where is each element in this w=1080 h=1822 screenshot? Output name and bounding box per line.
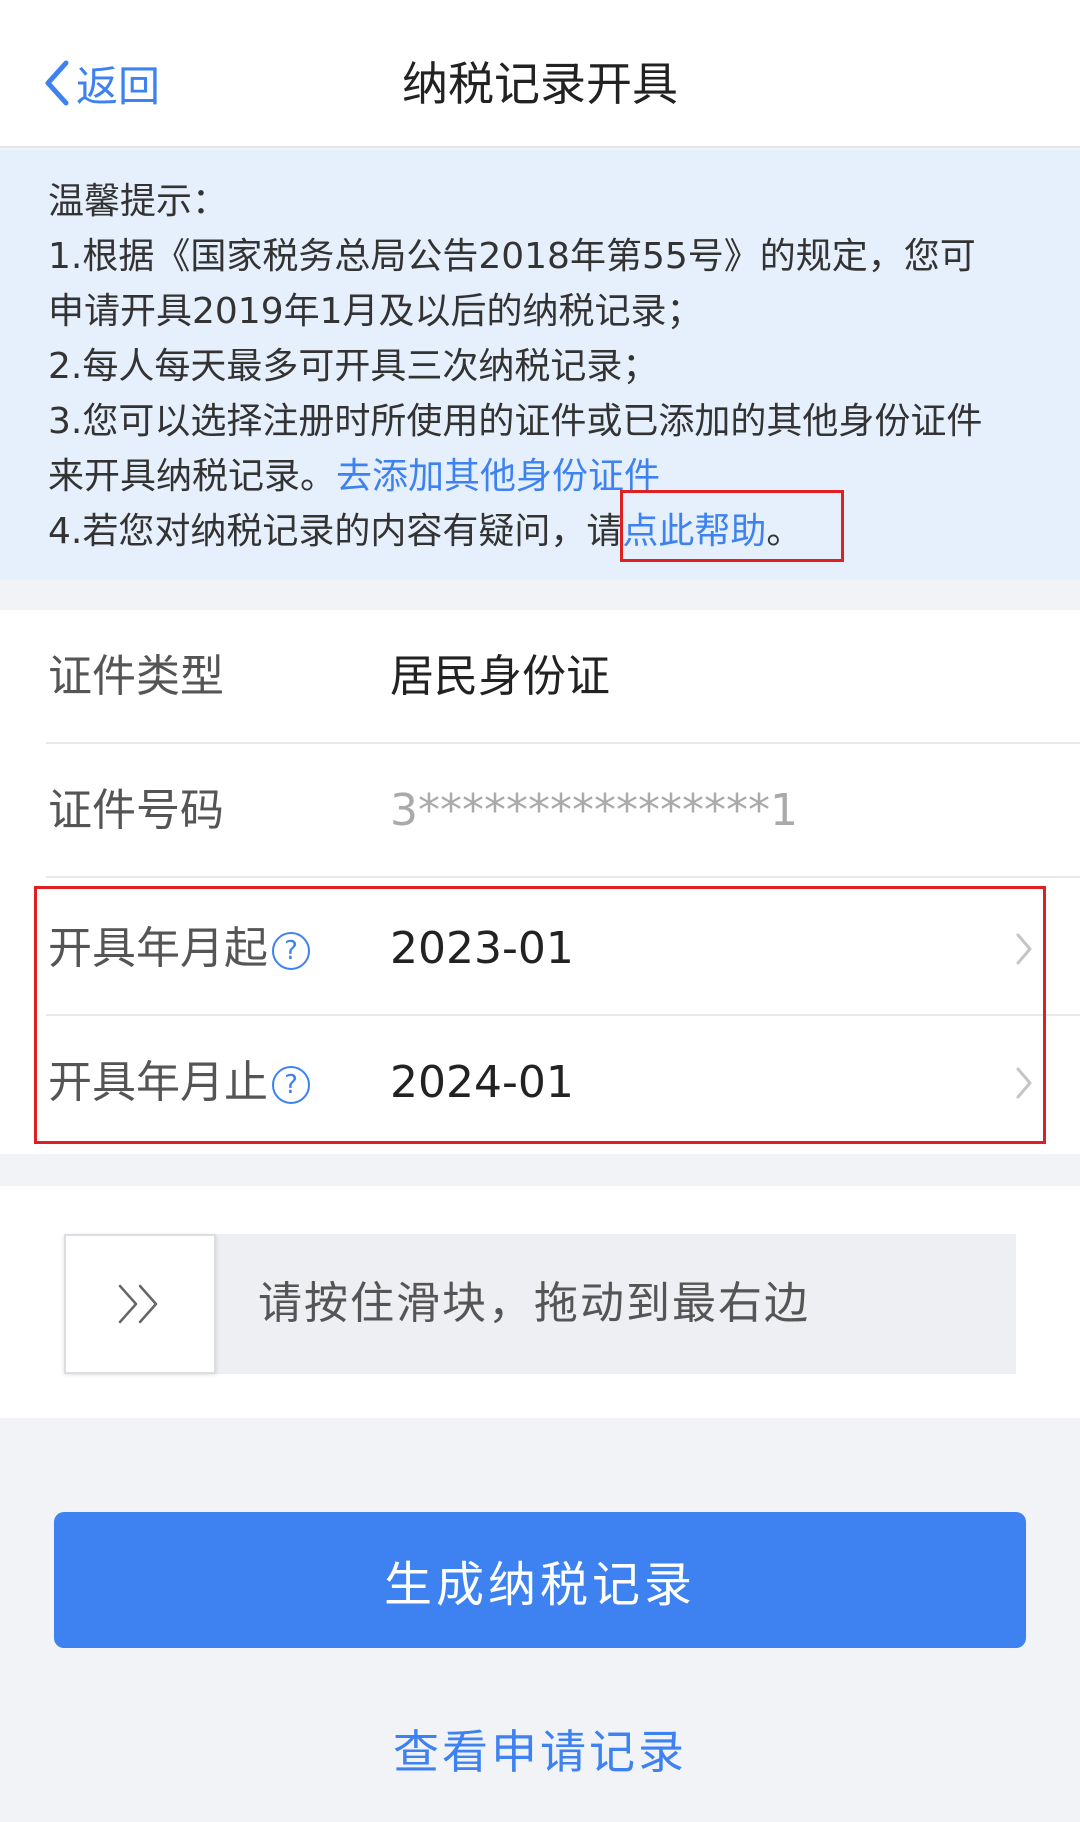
tips-line-6-text: 4.若您对纳税记录的内容有疑问，请 <box>48 511 623 552</box>
start-month-label: 开具年月起? <box>48 882 310 1016</box>
chevron-right-icon <box>1016 1067 1032 1099</box>
slider-handle[interactable] <box>64 1234 216 1374</box>
id-form: 证件类型 居民身份证 证件号码 3****************1 开具年月起… <box>0 610 1080 1154</box>
tips-panel: 温馨提示： 1.根据《国家税务总局公告2018年第55号》的规定，您可 申请开具… <box>0 150 1080 580</box>
add-id-link[interactable]: 去添加其他身份证件 <box>336 456 660 497</box>
help-circle-icon[interactable]: ? <box>272 1066 310 1104</box>
double-chevron-right-icon <box>118 1284 158 1324</box>
tips-line-5-text: 来开具纳税记录。 <box>48 456 337 497</box>
start-month-label-text: 开具年月起 <box>48 923 268 974</box>
tips-line-6-end: 。 <box>766 511 803 552</box>
tips-heading: 温馨提示： <box>48 181 229 222</box>
start-month-row[interactable]: 开具年月起? 2023-01 <box>0 882 1080 1016</box>
help-link[interactable]: 点此帮助 <box>622 511 766 552</box>
end-month-row[interactable]: 开具年月止? 2024-01 <box>0 1016 1080 1150</box>
id-number-value: 3****************1 <box>390 785 798 836</box>
tips-line-6: 4.若您对纳税记录的内容有疑问，请点此帮助。 <box>48 504 1032 559</box>
slider-hint: 请按住滑块，拖动到最右边 <box>258 1278 810 1329</box>
tips-line-3: 2.每人每天最多可开具三次纳税记录； <box>48 346 659 387</box>
divider <box>46 876 1080 878</box>
id-number-label: 证件号码 <box>48 785 224 836</box>
end-month-label-text: 开具年月止 <box>48 1057 268 1108</box>
id-type-label: 证件类型 <box>48 651 224 702</box>
slider-captcha: 请按住滑块，拖动到最右边 <box>0 1186 1080 1418</box>
id-type-row: 证件类型 居民身份证 <box>0 610 1080 744</box>
start-month-value: 2023-01 <box>390 923 574 974</box>
tips-line-5: 来开具纳税记录。去添加其他身份证件 <box>48 449 1032 504</box>
help-circle-icon[interactable]: ? <box>272 932 310 970</box>
id-type-value: 居民身份证 <box>390 651 610 702</box>
view-records-link[interactable]: 查看申请记录 <box>0 1716 1080 1782</box>
tips-line-2: 申请开具2019年1月及以后的纳税记录； <box>48 291 703 332</box>
chevron-right-icon <box>1016 933 1032 965</box>
tax-record-page: 返回 纳税记录开具 温馨提示： 1.根据《国家税务总局公告2018年第55号》的… <box>0 0 1080 1822</box>
tips-line-4: 3.您可以选择注册时所使用的证件或已添加的其他身份证件 <box>48 401 983 442</box>
id-number-row: 证件号码 3****************1 <box>0 744 1080 878</box>
tips-line-1: 1.根据《国家税务总局公告2018年第55号》的规定，您可 <box>48 236 976 277</box>
end-month-label: 开具年月止? <box>48 1016 310 1150</box>
nav-bar: 返回 纳税记录开具 <box>0 0 1080 148</box>
end-month-value: 2024-01 <box>390 1057 574 1108</box>
generate-record-button[interactable]: 生成纳税记录 <box>54 1512 1026 1648</box>
page-title: 纳税记录开具 <box>402 57 678 111</box>
